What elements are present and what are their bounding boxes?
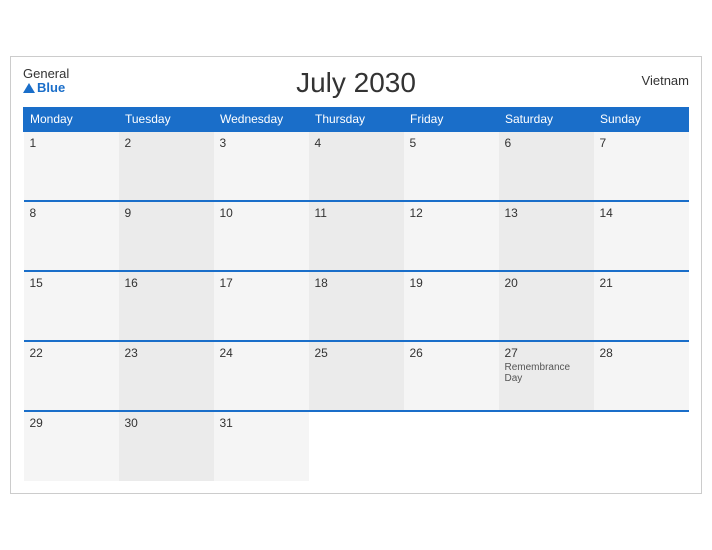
- week-row-3: 15 16 17 18 19 20 21: [24, 271, 689, 341]
- country-label: Vietnam: [642, 73, 689, 88]
- calendar-title: July 2030: [296, 67, 416, 99]
- day-number: 27: [505, 346, 588, 360]
- col-saturday: Saturday: [499, 108, 594, 132]
- day-number: 24: [220, 346, 303, 360]
- day-cell: 16: [119, 271, 214, 341]
- col-monday: Monday: [24, 108, 119, 132]
- col-wednesday: Wednesday: [214, 108, 309, 132]
- logo-blue-label: Blue: [37, 81, 65, 95]
- day-cell: 22: [24, 341, 119, 411]
- day-number: 17: [220, 276, 303, 290]
- day-number: 16: [125, 276, 208, 290]
- col-tuesday: Tuesday: [119, 108, 214, 132]
- day-cell: 11: [309, 201, 404, 271]
- day-number: 2: [125, 136, 208, 150]
- day-cell: 26: [404, 341, 499, 411]
- day-number: 9: [125, 206, 208, 220]
- calendar-grid: Monday Tuesday Wednesday Thursday Friday…: [23, 107, 689, 481]
- day-cell: 3: [214, 131, 309, 201]
- day-cell: 27 Remembrance Day: [499, 341, 594, 411]
- day-number: 22: [30, 346, 113, 360]
- calendar-header: General Blue July 2030 Vietnam: [23, 67, 689, 99]
- day-number: 29: [30, 416, 113, 430]
- logo: General Blue: [23, 67, 69, 96]
- day-cell: 1: [24, 131, 119, 201]
- week-row-2: 89 10 11 12 13 14: [24, 201, 689, 271]
- day-number: 13: [505, 206, 588, 220]
- day-number: 18: [315, 276, 398, 290]
- day-cell: 10: [214, 201, 309, 271]
- week-row-1: 1234567: [24, 131, 689, 201]
- header-row: Monday Tuesday Wednesday Thursday Friday…: [24, 108, 689, 132]
- day-number: 7: [600, 136, 683, 150]
- day-number: 23: [125, 346, 208, 360]
- day-number: 11: [315, 206, 398, 220]
- day-number: 15: [30, 276, 113, 290]
- day-cell: 20: [499, 271, 594, 341]
- day-number: 20: [505, 276, 588, 290]
- day-cell: 15: [24, 271, 119, 341]
- day-cell: 30: [119, 411, 214, 481]
- day-number: 25: [315, 346, 398, 360]
- day-cell: [499, 411, 594, 481]
- day-number: 30: [125, 416, 208, 430]
- day-number: 14: [600, 206, 683, 220]
- day-cell: 19: [404, 271, 499, 341]
- day-cell: [309, 411, 404, 481]
- col-sunday: Sunday: [594, 108, 689, 132]
- day-cell: 13: [499, 201, 594, 271]
- calendar-container: General Blue July 2030 Vietnam Monday Tu…: [10, 56, 702, 494]
- day-cell: 17: [214, 271, 309, 341]
- day-number: 19: [410, 276, 493, 290]
- day-cell: 4: [309, 131, 404, 201]
- week-row-4: 22 23 24 25 26 27 Remembrance Day 28: [24, 341, 689, 411]
- day-cell: 5: [404, 131, 499, 201]
- day-cell: [594, 411, 689, 481]
- day-cell: 9: [119, 201, 214, 271]
- logo-general-text: General: [23, 67, 69, 81]
- day-number: 4: [315, 136, 398, 150]
- event-label: Remembrance Day: [505, 362, 588, 384]
- day-number: 12: [410, 206, 493, 220]
- day-cell: 18: [309, 271, 404, 341]
- day-number: 10: [220, 206, 303, 220]
- day-cell: 6: [499, 131, 594, 201]
- day-cell: 31: [214, 411, 309, 481]
- week-row-5: 29 30 31: [24, 411, 689, 481]
- day-number: 28: [600, 346, 683, 360]
- col-thursday: Thursday: [309, 108, 404, 132]
- day-cell: [404, 411, 499, 481]
- day-cell: 25: [309, 341, 404, 411]
- day-number: 8: [30, 206, 113, 220]
- day-cell: 7: [594, 131, 689, 201]
- day-number: 3: [220, 136, 303, 150]
- day-cell: 2: [119, 131, 214, 201]
- day-cell: 12: [404, 201, 499, 271]
- logo-triangle-icon: [23, 83, 35, 93]
- logo-blue-text: Blue: [23, 81, 69, 95]
- day-number: 5: [410, 136, 493, 150]
- day-cell: 14: [594, 201, 689, 271]
- day-number: 31: [220, 416, 303, 430]
- day-number: 1: [30, 136, 113, 150]
- col-friday: Friday: [404, 108, 499, 132]
- day-number: 26: [410, 346, 493, 360]
- day-cell: 29: [24, 411, 119, 481]
- day-cell: 28: [594, 341, 689, 411]
- day-number: 21: [600, 276, 683, 290]
- day-cell: 24: [214, 341, 309, 411]
- day-number: 6: [505, 136, 588, 150]
- day-cell: 21: [594, 271, 689, 341]
- day-cell: 23: [119, 341, 214, 411]
- day-cell: 8: [24, 201, 119, 271]
